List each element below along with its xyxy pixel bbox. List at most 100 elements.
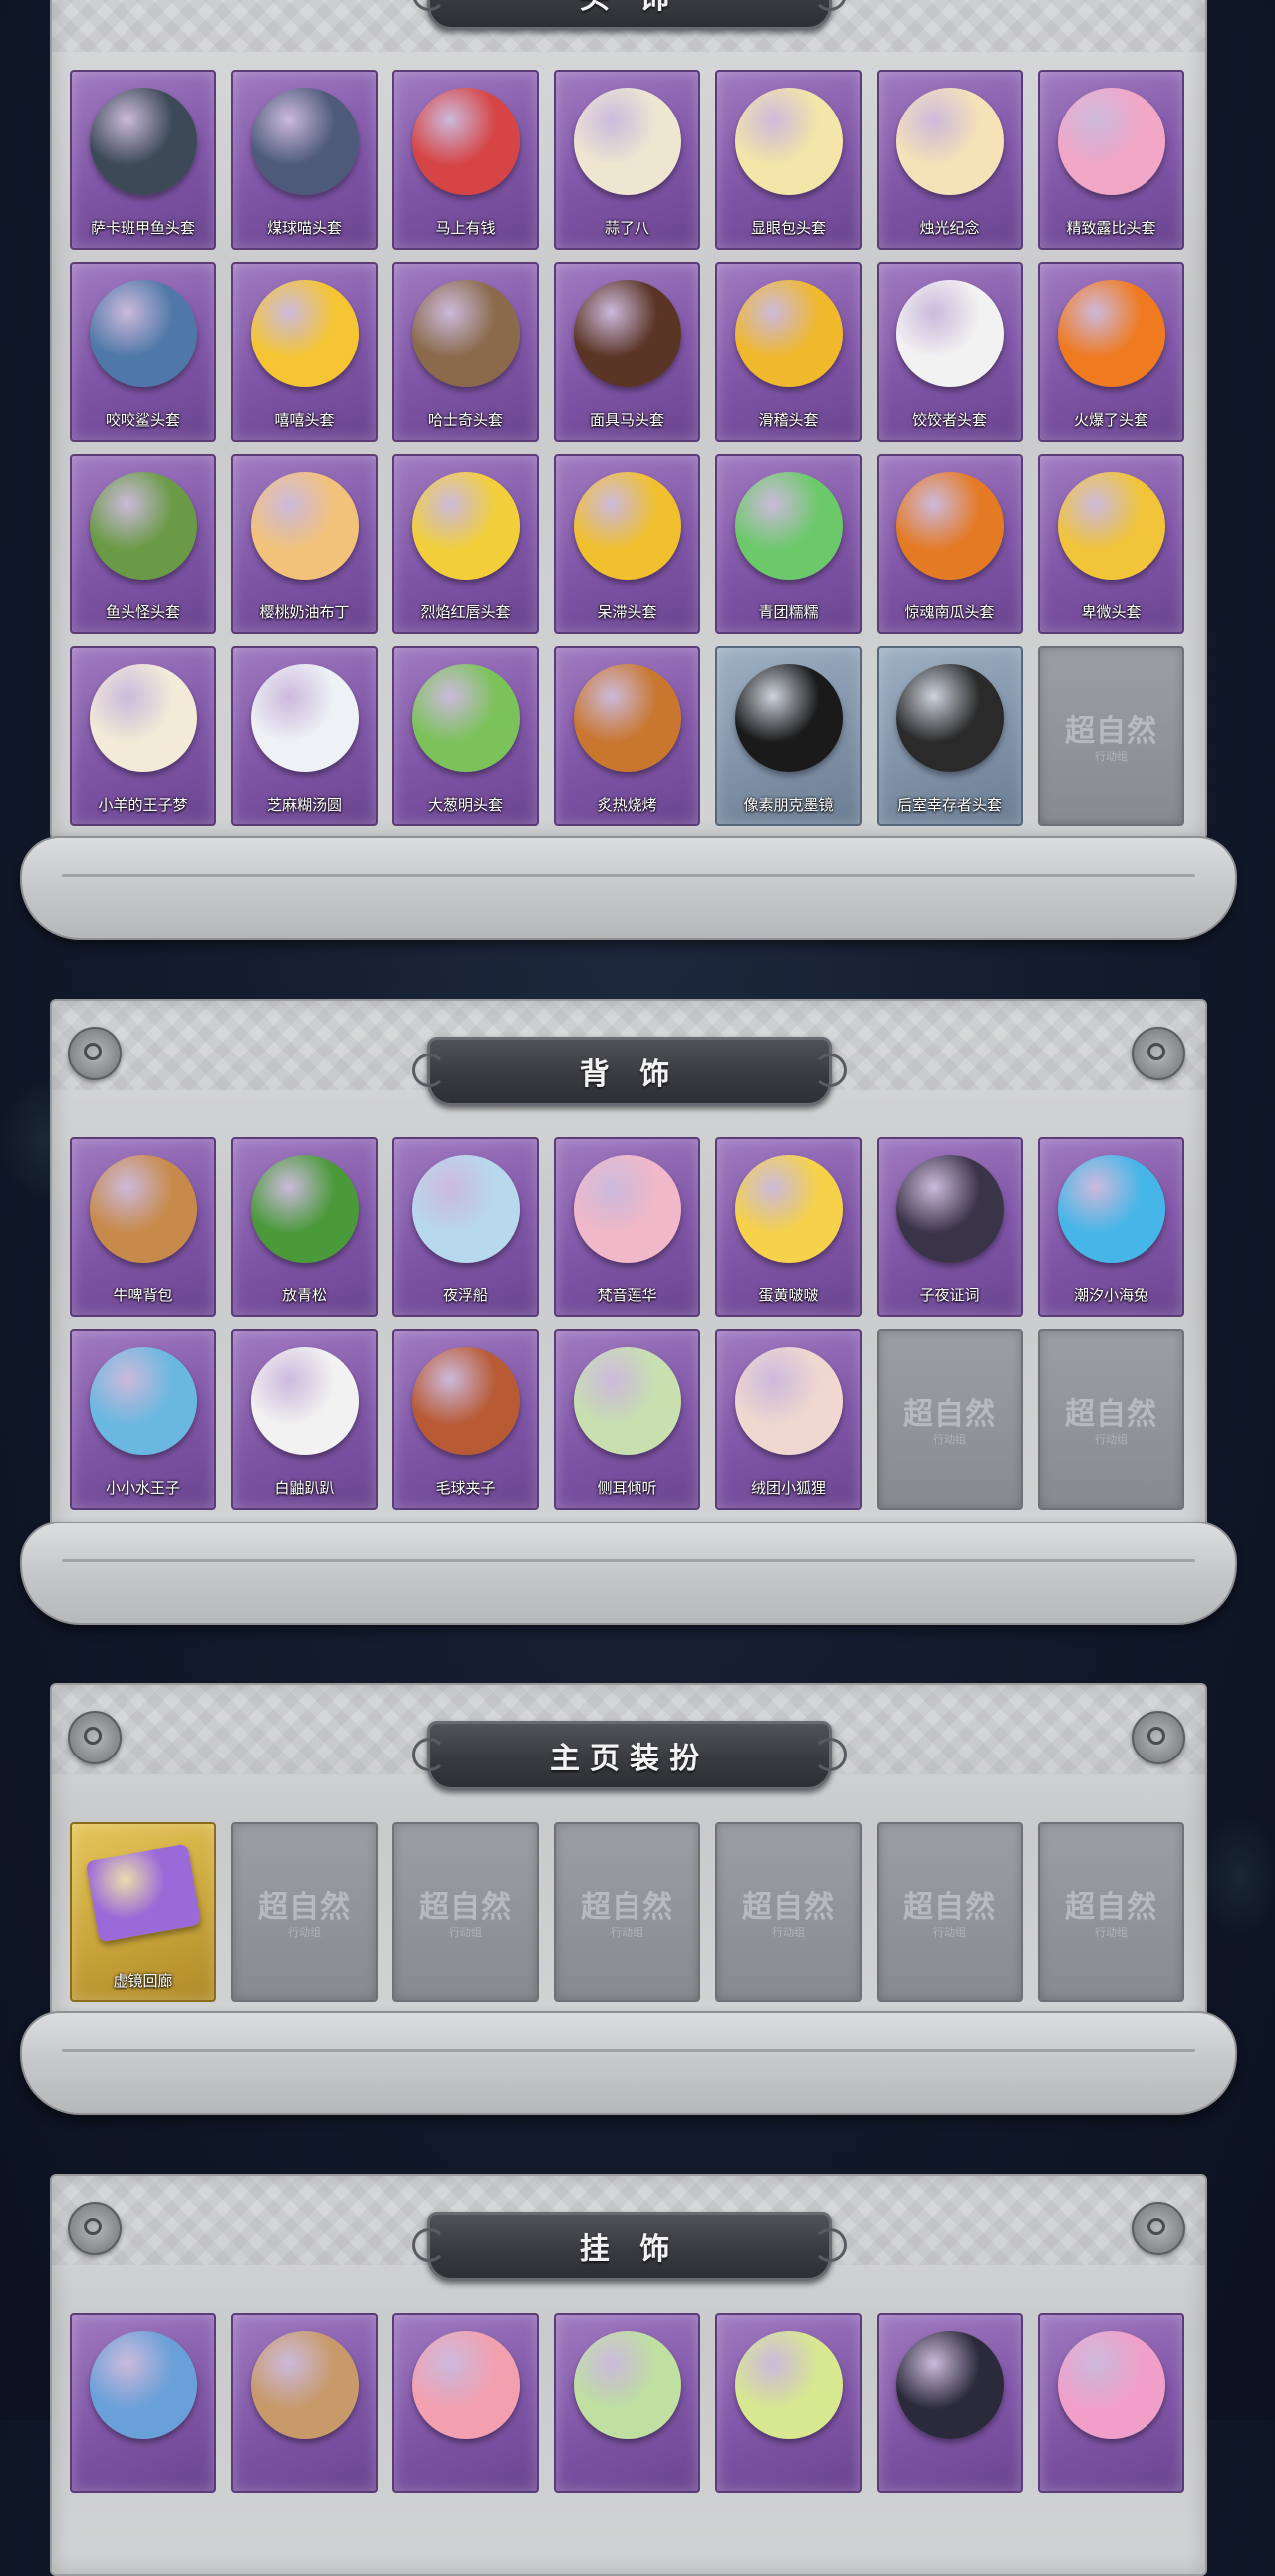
locked-item-slot[interactable]: 超自然 行动组 bbox=[1038, 1822, 1184, 2002]
locked-item-slot[interactable]: 超自然 行动组 bbox=[715, 1822, 862, 2002]
charm-banner: 挂 饰 bbox=[412, 2212, 847, 2281]
item-card[interactable]: 惊魂南瓜头套 bbox=[877, 454, 1023, 634]
item-card[interactable] bbox=[715, 2313, 862, 2493]
homepage-decor-banner: 主页装扮 bbox=[412, 1721, 847, 1790]
locked-item-slot[interactable]: 超自然 行动组 bbox=[1038, 646, 1184, 826]
item-card[interactable]: 潮汐小海兔 bbox=[1038, 1137, 1184, 1317]
item-card[interactable]: 蛋黄啵啵 bbox=[715, 1137, 862, 1317]
item-label: 马上有钱 bbox=[435, 219, 496, 237]
headwear-title: 头 饰 bbox=[580, 0, 679, 17]
item-card[interactable]: 大葱明头套 bbox=[392, 646, 539, 826]
locked-watermark-sub: 行动组 bbox=[933, 1926, 966, 1939]
item-card[interactable] bbox=[554, 2313, 700, 2493]
locked-watermark-sub: 行动组 bbox=[772, 1926, 805, 1939]
locked-watermark: 超自然 bbox=[581, 1890, 673, 1925]
item-card[interactable]: 毛球夹子 bbox=[392, 1329, 539, 1510]
item-card[interactable] bbox=[70, 2313, 216, 2493]
item-card[interactable]: 饺饺者头套 bbox=[877, 262, 1023, 442]
locked-watermark-sub: 行动组 bbox=[449, 1926, 482, 1939]
item-card[interactable]: 卑微头套 bbox=[1038, 454, 1184, 634]
item-card[interactable]: 嘻嘻头套 bbox=[231, 262, 378, 442]
green-fish-head-icon bbox=[90, 472, 197, 580]
item-card[interactable] bbox=[877, 2313, 1023, 2493]
item-card[interactable]: 梵音莲华 bbox=[554, 1137, 700, 1317]
item-label: 滑稽头套 bbox=[758, 411, 819, 429]
item-card[interactable]: 白鼬趴趴 bbox=[231, 1329, 378, 1510]
locked-watermark-sub: 行动组 bbox=[288, 1926, 321, 1939]
compass-ornament-right-icon bbox=[1132, 1711, 1185, 1764]
item-card[interactable]: 绒团小狐狸 bbox=[715, 1329, 862, 1510]
item-card[interactable]: 芝麻糊汤圆 bbox=[231, 646, 378, 826]
mirror-card-icon bbox=[85, 1843, 202, 1943]
melon-charm-icon bbox=[574, 2331, 681, 2439]
item-card[interactable]: 后室幸存者头套 bbox=[877, 646, 1023, 826]
item-card[interactable]: 小小水王子 bbox=[70, 1329, 216, 1510]
humble-emoji-icon bbox=[1058, 472, 1165, 580]
item-label: 煤球喵头套 bbox=[266, 219, 342, 237]
item-card[interactable] bbox=[392, 2313, 539, 2493]
item-card[interactable]: 马上有钱 bbox=[392, 70, 539, 250]
item-card[interactable]: 炙热烧烤 bbox=[554, 646, 700, 826]
item-card[interactable]: 显眼包头套 bbox=[715, 70, 862, 250]
item-card[interactable]: 滑稽头套 bbox=[715, 262, 862, 442]
item-label: 炙热烧烤 bbox=[597, 796, 657, 814]
item-card[interactable]: 烛光纪念 bbox=[877, 70, 1023, 250]
yellow-mouse-head-icon bbox=[412, 472, 520, 580]
headwear-scroll-base bbox=[20, 836, 1237, 940]
shark-head-icon bbox=[90, 280, 197, 387]
locked-item-slot[interactable]: 超自然 行动组 bbox=[877, 1822, 1023, 2002]
locked-item-slot[interactable]: 超自然 行动组 bbox=[554, 1822, 700, 2002]
locked-item-slot[interactable]: 超自然 行动组 bbox=[1038, 1329, 1184, 1510]
cow-barrel-icon bbox=[90, 1155, 197, 1263]
item-card[interactable]: 精致露比头套 bbox=[1038, 70, 1184, 250]
item-card[interactable]: 子夜证词 bbox=[877, 1137, 1023, 1317]
item-card[interactable]: 面具马头套 bbox=[554, 262, 700, 442]
sea-bunny-icon bbox=[1058, 1155, 1165, 1263]
item-label: 梵音莲华 bbox=[597, 1287, 657, 1304]
item-card[interactable]: 小羊的王子梦 bbox=[70, 646, 216, 826]
item-label: 像素朋克墨镜 bbox=[743, 796, 834, 814]
homepage-decor-scroll-base bbox=[20, 2011, 1237, 2115]
item-card[interactable]: 虚镜回廊 bbox=[70, 1822, 216, 2002]
item-card[interactable]: 牛啤背包 bbox=[70, 1137, 216, 1317]
pink-pig-head-icon bbox=[1058, 88, 1165, 195]
item-label: 火爆了头套 bbox=[1073, 411, 1148, 429]
charm-section: 挂 饰 bbox=[50, 2174, 1207, 2576]
item-card[interactable]: 呆滞头套 bbox=[554, 454, 700, 634]
back-accessory-grid: 牛啤背包 放青松 夜浮船 梵音莲华 蛋黄啵啵 子夜证词 潮汐小海兔小小水王子 白鼬趴趴 毛球夹子… bbox=[70, 1137, 1184, 1510]
item-label: 后室幸存者头套 bbox=[896, 796, 1002, 814]
locked-item-slot[interactable]: 超自然 行动组 bbox=[877, 1329, 1023, 1510]
locked-watermark: 超自然 bbox=[742, 1890, 835, 1925]
item-card[interactable]: 咬咬鲨头套 bbox=[70, 262, 216, 442]
item-card[interactable]: 萨卡班甲鱼头套 bbox=[70, 70, 216, 250]
fire-head-icon bbox=[1058, 280, 1165, 387]
back-accessory-title: 背 饰 bbox=[579, 1057, 680, 1092]
compass-ornament-left-icon bbox=[68, 1027, 122, 1080]
item-label: 咬咬鲨头套 bbox=[105, 411, 180, 429]
homepage-decor-grid: 虚镜回廊 超自然 行动组 超自然 行动组 超自然 行动组 超自然 行动组 超自然 行动组 超自然 行动组 bbox=[70, 1822, 1184, 2002]
fluffy-fox-icon bbox=[735, 1347, 843, 1455]
item-card[interactable]: 放青松 bbox=[231, 1137, 378, 1317]
item-card[interactable]: 青团糯糯 bbox=[715, 454, 862, 634]
chick-egg-icon bbox=[735, 1155, 843, 1263]
item-card[interactable]: 蒜了八 bbox=[554, 70, 700, 250]
locked-item-slot[interactable]: 超自然 行动组 bbox=[392, 1822, 539, 2002]
item-card[interactable]: 鱼头怪头套 bbox=[70, 454, 216, 634]
item-label: 鱼头怪头套 bbox=[105, 603, 180, 621]
item-card[interactable]: 侧耳倾听 bbox=[554, 1329, 700, 1510]
item-card[interactable]: 哈士奇头套 bbox=[392, 262, 539, 442]
cat-head-icon bbox=[251, 88, 359, 195]
item-card[interactable] bbox=[231, 2313, 378, 2493]
item-card[interactable] bbox=[1038, 2313, 1184, 2493]
item-card[interactable]: 火爆了头套 bbox=[1038, 262, 1184, 442]
item-label: 大葱明头套 bbox=[427, 796, 503, 814]
pumpkin-head-icon bbox=[896, 472, 1004, 580]
item-card[interactable]: 像素朋克墨镜 bbox=[715, 646, 862, 826]
item-card[interactable]: 樱桃奶油布丁 bbox=[231, 454, 378, 634]
item-card[interactable]: 夜浮船 bbox=[392, 1137, 539, 1317]
locked-item-slot[interactable]: 超自然 行动组 bbox=[231, 1822, 378, 2002]
headwear-section: 头 饰 萨卡班甲鱼头套 煤球喵头套 马上有钱 蒜了八 显眼包头套 烛光纪念 精致露比头套咬咬… bbox=[20, 0, 1237, 956]
item-card[interactable]: 烈焰红唇头套 bbox=[392, 454, 539, 634]
item-card[interactable]: 煤球喵头套 bbox=[231, 70, 378, 250]
locked-watermark: 超自然 bbox=[1065, 1397, 1157, 1432]
